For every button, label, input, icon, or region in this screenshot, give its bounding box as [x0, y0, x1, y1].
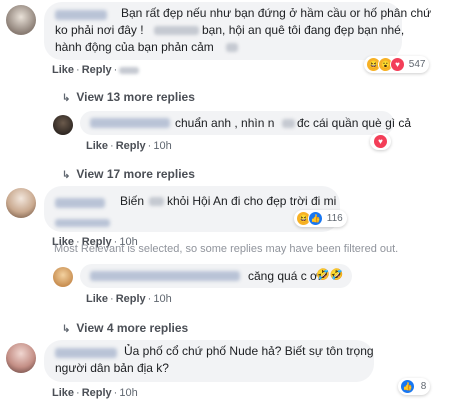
like-link[interactable]: Like	[86, 293, 108, 305]
reaction-number: 547	[408, 59, 426, 71]
reply-arrow-icon: ↳	[62, 324, 71, 335]
love-reaction-icon: ♥	[373, 134, 388, 149]
commenter-name[interactable]	[55, 10, 107, 20]
like-link[interactable]: Like	[52, 387, 74, 399]
blurred-text	[226, 43, 238, 52]
commenter-name[interactable]	[55, 198, 105, 208]
timestamp[interactable]: 10h	[153, 140, 171, 152]
reply-author-name[interactable]	[90, 271, 240, 281]
commenter-name[interactable]	[55, 348, 117, 358]
like-reaction-icon: 👍	[308, 211, 323, 226]
comment-text: bạn, hội an quê tôi đang đẹp bạn nhé,	[202, 23, 405, 37]
timestamp[interactable]: 10h	[153, 293, 171, 305]
reaction-count[interactable]: 👍 8	[398, 378, 431, 395]
blurred-text	[149, 197, 164, 206]
reply-actions: Like · Reply · 10h	[86, 293, 172, 305]
comment-text: hành động của bạn phản cảm	[55, 40, 214, 54]
reply-text: đc cái quần què gì cả	[297, 116, 412, 130]
comment-text: Bạn rất đẹp nếu như bạn đứng ở hầm cầu o…	[121, 6, 432, 20]
emoji: 🤣🤣	[316, 269, 344, 281]
reply-arrow-icon: ↳	[62, 93, 71, 104]
blurred-mention	[154, 26, 199, 35]
blurred-mention	[55, 219, 110, 227]
avatar[interactable]	[6, 188, 36, 218]
avatar[interactable]	[6, 343, 36, 373]
view-more-replies-link[interactable]: ↳ View 13 more replies	[62, 90, 195, 104]
comment-text: Ủa phố cổ chứ phố Nude hả? Biết sự tôn t…	[124, 344, 374, 358]
view-more-replies-link[interactable]: ↳ View 17 more replies	[62, 167, 195, 181]
blurred-text	[282, 119, 295, 128]
reply-text: chuẩn anh , nhìn n	[175, 116, 275, 130]
comment-text: ko phải nơi đây !	[55, 23, 144, 37]
avatar[interactable]	[53, 115, 73, 135]
reply-text: căng quá c ơi	[248, 269, 321, 283]
comment-actions: Like · Reply · 10h	[52, 387, 138, 399]
like-reaction-icon: 👍	[400, 379, 415, 394]
comment-text: người dân bản địa k?	[55, 361, 169, 375]
timestamp[interactable]: 10h	[119, 387, 137, 399]
comment-text: khỏi Hội An đi cho đẹp trời đi mi	[167, 194, 337, 208]
reply-link[interactable]: Reply	[82, 387, 112, 399]
reply-actions: Like · Reply · 10h	[86, 140, 172, 152]
reaction-count[interactable]: 😆 😮 ♥ 547	[364, 56, 430, 73]
reaction-number: 8	[420, 381, 427, 393]
reply-link[interactable]: Reply	[82, 64, 112, 76]
avatar[interactable]	[6, 5, 36, 35]
reaction-number: 116	[326, 213, 343, 225]
filter-notice: Most Relevant is selected, so some repli…	[54, 243, 399, 255]
like-link[interactable]: Like	[86, 140, 108, 152]
comment-text: Biến	[120, 194, 145, 208]
reaction-count[interactable]: 😆 👍 116	[294, 210, 347, 227]
reaction-count[interactable]: ♥	[370, 133, 391, 150]
reply-author-name[interactable]	[90, 118, 170, 128]
love-reaction-icon: ♥	[390, 57, 405, 72]
like-link[interactable]: Like	[52, 64, 74, 76]
reply-link[interactable]: Reply	[116, 293, 146, 305]
view-more-replies-link[interactable]: ↳ View 4 more replies	[62, 321, 188, 335]
blurred-time	[119, 66, 140, 74]
reply-arrow-icon: ↳	[62, 170, 71, 181]
comment-actions: Like · Reply ·	[52, 64, 140, 76]
avatar[interactable]	[53, 267, 73, 287]
reply-link[interactable]: Reply	[116, 140, 146, 152]
